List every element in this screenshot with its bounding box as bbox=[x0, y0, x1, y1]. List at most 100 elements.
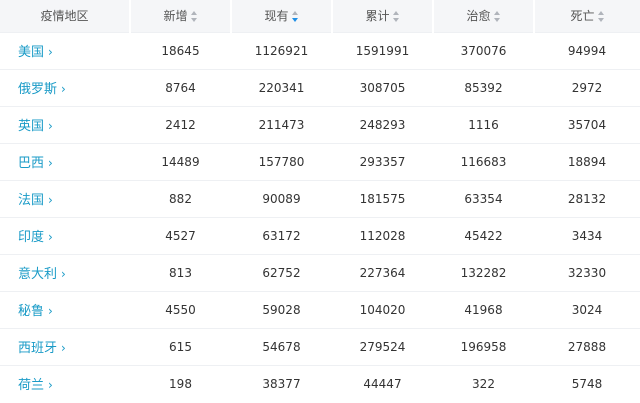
region-link[interactable]: 俄罗斯 › bbox=[0, 69, 130, 106]
cell-deaths: 94994 bbox=[567, 43, 607, 58]
region-name: 印度 bbox=[18, 230, 45, 245]
cell-new: 8764 bbox=[165, 80, 196, 95]
cell-new: 18645 bbox=[161, 43, 200, 58]
chevron-right-icon: › bbox=[48, 193, 53, 207]
cell-recovered: 41968 bbox=[464, 302, 503, 317]
region-name: 秘鲁 bbox=[18, 304, 45, 319]
table-body: 美国 › 18645 1126921 1591991 370076 94994 俄罗斯 › 876… bbox=[0, 32, 640, 402]
table-row[interactable]: 俄罗斯 › 8764 220341 308705 85392 2972 bbox=[0, 69, 640, 106]
cell-recovered: 1116 bbox=[468, 117, 499, 132]
table-row[interactable]: 印度 › 4527 63172 112028 45422 3434 bbox=[0, 217, 640, 254]
cell-current: 1126921 bbox=[254, 43, 309, 58]
cell-deaths: 3434 bbox=[571, 228, 603, 243]
chevron-right-icon: › bbox=[61, 267, 66, 281]
cell-new: 14489 bbox=[161, 154, 200, 169]
cell-new: 4527 bbox=[165, 228, 196, 243]
chevron-right-icon: › bbox=[48, 230, 53, 244]
cell-total: 227364 bbox=[359, 265, 406, 280]
chevron-right-icon: › bbox=[48, 119, 53, 133]
cell-new: 882 bbox=[169, 191, 192, 206]
cell-current: 90089 bbox=[262, 191, 301, 206]
cell-recovered: 63354 bbox=[464, 191, 503, 206]
sort-arrows-icon[interactable] bbox=[597, 11, 605, 23]
cell-total: 293357 bbox=[359, 154, 406, 169]
cell-total: 104020 bbox=[359, 302, 406, 317]
table-header-row: 疫情地区 新增 现有 累计 治愈 死亡 bbox=[0, 0, 640, 32]
region-name: 法国 bbox=[18, 193, 45, 208]
sort-arrows-icon[interactable] bbox=[291, 11, 299, 23]
cell-total: 44447 bbox=[363, 376, 402, 391]
cell-current: 38377 bbox=[262, 376, 301, 391]
sort-arrows-icon[interactable] bbox=[493, 11, 501, 23]
table-row[interactable]: 法国 › 882 90089 181575 63354 28132 bbox=[0, 180, 640, 217]
region-link[interactable]: 美国 › bbox=[0, 32, 130, 69]
table-row[interactable]: 英国 › 2412 211473 248293 1116 35704 bbox=[0, 106, 640, 143]
cell-total: 279524 bbox=[359, 339, 406, 354]
cell-current: 62752 bbox=[262, 265, 301, 280]
region-name: 俄罗斯 bbox=[18, 82, 58, 97]
region-name: 美国 bbox=[18, 45, 45, 60]
header-recovered[interactable]: 治愈 bbox=[433, 0, 535, 32]
cell-total: 308705 bbox=[359, 80, 406, 95]
region-link[interactable]: 巴西 › bbox=[0, 143, 130, 180]
cell-deaths: 18894 bbox=[567, 154, 607, 169]
chevron-right-icon: › bbox=[48, 378, 53, 393]
cell-current: 59028 bbox=[262, 302, 301, 317]
header-current[interactable]: 现有 bbox=[231, 0, 333, 32]
region-link[interactable]: 西班牙 › bbox=[0, 328, 130, 365]
cell-recovered: 132282 bbox=[460, 265, 507, 280]
cell-recovered: 45422 bbox=[464, 228, 503, 243]
cell-deaths: 28132 bbox=[567, 191, 607, 206]
cell-new: 615 bbox=[169, 339, 192, 354]
region-name: 西班牙 bbox=[18, 341, 58, 356]
table-row[interactable]: 巴西 › 14489 157780 293357 116683 18894 bbox=[0, 143, 640, 180]
cell-total: 1591991 bbox=[355, 43, 410, 58]
cell-new: 4550 bbox=[165, 302, 196, 317]
cell-new: 2412 bbox=[165, 117, 196, 132]
cell-recovered: 370076 bbox=[460, 43, 507, 58]
chevron-right-icon: › bbox=[48, 45, 53, 59]
table-row[interactable]: 西班牙 › 615 54678 279524 196958 27888 bbox=[0, 328, 640, 365]
region-name: 英国 bbox=[18, 119, 45, 134]
cell-recovered: 85392 bbox=[464, 80, 503, 95]
cell-total: 181575 bbox=[359, 191, 406, 206]
table-row[interactable]: 意大利 › 813 62752 227364 132282 32330 bbox=[0, 254, 640, 291]
chevron-right-icon: › bbox=[48, 304, 53, 318]
cell-recovered: 322 bbox=[472, 376, 495, 391]
region-link[interactable]: 印度 › bbox=[0, 217, 130, 254]
table-row[interactable]: 秘鲁 › 4550 59028 104020 41968 3024 bbox=[0, 291, 640, 328]
region-link[interactable]: 秘鲁 › bbox=[0, 291, 130, 328]
cell-deaths: 2972 bbox=[571, 80, 603, 95]
cell-deaths: 3024 bbox=[571, 302, 603, 317]
epidemic-table: 疫情地区 新增 现有 累计 治愈 死亡 美国 › 18645 1126921 15919… bbox=[0, 0, 640, 402]
region-link[interactable]: 荷兰 › bbox=[0, 365, 130, 402]
cell-current: 63172 bbox=[262, 228, 301, 243]
cell-new: 198 bbox=[169, 376, 192, 391]
region-link[interactable]: 英国 › bbox=[0, 106, 130, 143]
table-row[interactable]: 美国 › 18645 1126921 1591991 370076 94994 bbox=[0, 32, 640, 69]
header-region: 疫情地区 bbox=[0, 0, 131, 32]
header-total[interactable]: 累计 bbox=[332, 0, 434, 32]
table-row[interactable]: 荷兰 › 198 38377 44447 322 5748 bbox=[0, 365, 640, 402]
chevron-right-icon: › bbox=[48, 156, 53, 170]
sort-arrows-icon[interactable] bbox=[392, 11, 400, 23]
region-link[interactable]: 法国 › bbox=[0, 180, 130, 217]
cell-current: 54678 bbox=[262, 339, 301, 354]
sort-arrows-icon[interactable] bbox=[190, 11, 198, 23]
header-new[interactable]: 新增 bbox=[130, 0, 232, 32]
region-name: 巴西 bbox=[18, 156, 45, 171]
region-name: 荷兰 bbox=[18, 378, 45, 394]
region-name: 意大利 bbox=[18, 267, 58, 282]
cell-current: 220341 bbox=[258, 80, 305, 95]
cell-current: 157780 bbox=[258, 154, 305, 169]
cell-deaths: 27888 bbox=[567, 339, 607, 354]
chevron-right-icon: › bbox=[61, 341, 66, 355]
cell-recovered: 196958 bbox=[460, 339, 507, 354]
header-deaths[interactable]: 死亡 bbox=[534, 0, 640, 32]
cell-new: 813 bbox=[169, 265, 192, 280]
cell-total: 248293 bbox=[359, 117, 406, 132]
cell-deaths: 32330 bbox=[567, 265, 607, 280]
region-link[interactable]: 意大利 › bbox=[0, 254, 130, 291]
cell-deaths: 5748 bbox=[571, 376, 603, 391]
cell-current: 211473 bbox=[258, 117, 305, 132]
